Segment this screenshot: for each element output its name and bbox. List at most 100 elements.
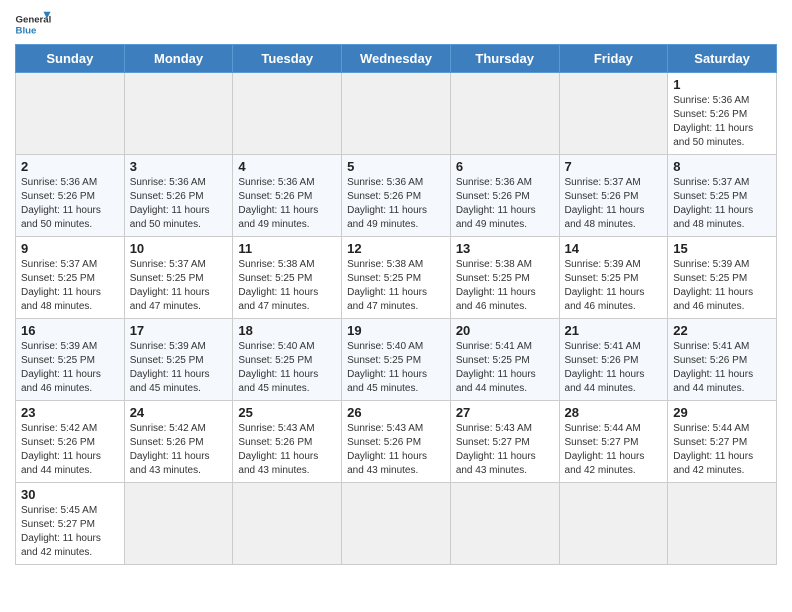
calendar-cell: 4Sunrise: 5:36 AM Sunset: 5:26 PM Daylig… xyxy=(233,155,342,237)
day-info: Sunrise: 5:42 AM Sunset: 5:26 PM Dayligh… xyxy=(21,422,119,478)
weekday-header-wednesday: Wednesday xyxy=(342,45,451,73)
calendar-cell: 9 Sunrise: 5:37 AM Sunset: 5:25 PM Daylig… xyxy=(16,237,125,319)
day-info: Sunrise: 5:43 AM Sunset: 5:26 PM Dayligh… xyxy=(347,422,445,478)
day-number: 8 xyxy=(673,159,771,174)
day-number: 9 xyxy=(21,241,119,256)
calendar-week-2: 2 Sunrise: 5:36 AM Sunset: 5:26 PM Daylig… xyxy=(16,155,777,237)
day-number: 27 xyxy=(456,405,554,420)
calendar-cell xyxy=(16,73,125,155)
calendar-week-6: 30 Sunrise: 5:45 AM Sunset: 5:27 PM Dayli… xyxy=(16,483,777,565)
calendar-cell: 11 Sunrise: 5:38 AM Sunset: 5:25 PM Dayli… xyxy=(233,237,342,319)
day-info: Sunrise: 5:42 AM Sunset: 5:26 PM Dayligh… xyxy=(130,422,228,478)
calendar-cell: 5 Sunrise: 5:36 AM Sunset: 5:26 PM Daylig… xyxy=(342,155,451,237)
day-number: 6 xyxy=(456,159,554,174)
day-number: 24 xyxy=(130,405,228,420)
calendar-cell xyxy=(342,483,451,565)
day-info: Sunrise: 5:36 AM Sunset: 5:26 PM Dayligh… xyxy=(347,176,445,232)
calendar-cell xyxy=(450,483,559,565)
day-info: Sunrise: 5:36 AM Sunset: 5:26 PM Dayligh… xyxy=(238,176,336,232)
day-number: 3 xyxy=(130,159,228,174)
logo: General Blue xyxy=(15,10,51,38)
day-info: Sunrise: 5:41 AM Sunset: 5:26 PM Dayligh… xyxy=(565,340,663,396)
day-number: 17 xyxy=(130,323,228,338)
day-number: 15 xyxy=(673,241,771,256)
calendar-week-4: 16 Sunrise: 5:39 AM Sunset: 5:25 PM Dayli… xyxy=(16,319,777,401)
calendar-cell xyxy=(233,483,342,565)
day-info: Sunrise: 5:37 AM Sunset: 5:25 PM Dayligh… xyxy=(130,258,228,314)
calendar-cell: 29 Sunrise: 5:44 AM Sunset: 5:27 PM Dayli… xyxy=(668,401,777,483)
calendar-cell: 30 Sunrise: 5:45 AM Sunset: 5:27 PM Dayli… xyxy=(16,483,125,565)
day-info: Sunrise: 5:45 AM Sunset: 5:27 PM Dayligh… xyxy=(21,504,119,560)
svg-text:Blue: Blue xyxy=(16,26,37,37)
calendar-cell: 14 Sunrise: 5:39 AM Sunset: 5:25 PM Dayli… xyxy=(559,237,668,319)
day-info: Sunrise: 5:43 AM Sunset: 5:27 PM Dayligh… xyxy=(456,422,554,478)
day-number: 20 xyxy=(456,323,554,338)
calendar-cell: 18Sunrise: 5:40 AM Sunset: 5:25 PM Dayli… xyxy=(233,319,342,401)
day-info: Sunrise: 5:39 AM Sunset: 5:25 PM Dayligh… xyxy=(21,340,119,396)
calendar-cell: 1 Sunrise: 5:36 AM Sunset: 5:26 PM Daylig… xyxy=(668,73,777,155)
day-number: 7 xyxy=(565,159,663,174)
day-number: 22 xyxy=(673,323,771,338)
calendar-cell xyxy=(450,73,559,155)
day-number: 26 xyxy=(347,405,445,420)
calendar-cell: 15 Sunrise: 5:39 AM Sunset: 5:25 PM Dayli… xyxy=(668,237,777,319)
day-info: Sunrise: 5:43 AM Sunset: 5:26 PM Dayligh… xyxy=(238,422,336,478)
day-number: 2 xyxy=(21,159,119,174)
day-info: Sunrise: 5:41 AM Sunset: 5:26 PM Dayligh… xyxy=(673,340,771,396)
calendar-cell: 2 Sunrise: 5:36 AM Sunset: 5:26 PM Daylig… xyxy=(16,155,125,237)
day-number: 14 xyxy=(565,241,663,256)
day-number: 16 xyxy=(21,323,119,338)
calendar-table: SundayMondayTuesdayWednesdayThursdayFrid… xyxy=(15,44,777,565)
day-number: 19 xyxy=(347,323,445,338)
day-number: 13 xyxy=(456,241,554,256)
day-info: Sunrise: 5:38 AM Sunset: 5:25 PM Dayligh… xyxy=(347,258,445,314)
day-number: 5 xyxy=(347,159,445,174)
weekday-header-tuesday: Tuesday xyxy=(233,45,342,73)
day-number: 11 xyxy=(238,241,336,256)
day-number: 29 xyxy=(673,405,771,420)
day-info: Sunrise: 5:37 AM Sunset: 5:25 PM Dayligh… xyxy=(673,176,771,232)
weekday-header-monday: Monday xyxy=(124,45,233,73)
calendar-cell: 7 Sunrise: 5:37 AM Sunset: 5:26 PM Daylig… xyxy=(559,155,668,237)
calendar-cell xyxy=(124,73,233,155)
day-info: Sunrise: 5:36 AM Sunset: 5:26 PM Dayligh… xyxy=(673,94,771,150)
day-number: 30 xyxy=(21,487,119,502)
calendar-cell: 28Sunrise: 5:44 AM Sunset: 5:27 PM Dayli… xyxy=(559,401,668,483)
day-info: Sunrise: 5:37 AM Sunset: 5:26 PM Dayligh… xyxy=(565,176,663,232)
day-info: Sunrise: 5:44 AM Sunset: 5:27 PM Dayligh… xyxy=(565,422,663,478)
day-info: Sunrise: 5:40 AM Sunset: 5:25 PM Dayligh… xyxy=(238,340,336,396)
day-info: Sunrise: 5:41 AM Sunset: 5:25 PM Dayligh… xyxy=(456,340,554,396)
calendar-cell xyxy=(668,483,777,565)
day-info: Sunrise: 5:39 AM Sunset: 5:25 PM Dayligh… xyxy=(565,258,663,314)
day-info: Sunrise: 5:39 AM Sunset: 5:25 PM Dayligh… xyxy=(673,258,771,314)
day-info: Sunrise: 5:38 AM Sunset: 5:25 PM Dayligh… xyxy=(456,258,554,314)
calendar-cell: 8 Sunrise: 5:37 AM Sunset: 5:25 PM Daylig… xyxy=(668,155,777,237)
calendar-cell xyxy=(559,73,668,155)
weekday-header-sunday: Sunday xyxy=(16,45,125,73)
calendar-week-3: 9 Sunrise: 5:37 AM Sunset: 5:25 PM Daylig… xyxy=(16,237,777,319)
calendar-cell: 20 Sunrise: 5:41 AM Sunset: 5:25 PM Dayli… xyxy=(450,319,559,401)
page-header: General Blue xyxy=(15,10,777,38)
calendar-week-1: 1 Sunrise: 5:36 AM Sunset: 5:26 PM Daylig… xyxy=(16,73,777,155)
day-info: Sunrise: 5:36 AM Sunset: 5:26 PM Dayligh… xyxy=(21,176,119,232)
calendar-cell: 16 Sunrise: 5:39 AM Sunset: 5:25 PM Dayli… xyxy=(16,319,125,401)
day-info: Sunrise: 5:40 AM Sunset: 5:25 PM Dayligh… xyxy=(347,340,445,396)
day-info: Sunrise: 5:38 AM Sunset: 5:25 PM Dayligh… xyxy=(238,258,336,314)
weekday-header-saturday: Saturday xyxy=(668,45,777,73)
calendar-cell: 24 Sunrise: 5:42 AM Sunset: 5:26 PM Dayli… xyxy=(124,401,233,483)
calendar-cell: 3Sunrise: 5:36 AM Sunset: 5:26 PM Daylig… xyxy=(124,155,233,237)
generalblue-logo-icon: General Blue xyxy=(15,10,51,38)
day-number: 21 xyxy=(565,323,663,338)
calendar-week-5: 23 Sunrise: 5:42 AM Sunset: 5:26 PM Dayli… xyxy=(16,401,777,483)
day-number: 1 xyxy=(673,77,771,92)
calendar-cell: 10Sunrise: 5:37 AM Sunset: 5:25 PM Dayli… xyxy=(124,237,233,319)
calendar-cell: 26 Sunrise: 5:43 AM Sunset: 5:26 PM Dayli… xyxy=(342,401,451,483)
calendar-cell: 17Sunrise: 5:39 AM Sunset: 5:25 PM Dayli… xyxy=(124,319,233,401)
day-number: 25 xyxy=(238,405,336,420)
day-number: 23 xyxy=(21,405,119,420)
day-info: Sunrise: 5:44 AM Sunset: 5:27 PM Dayligh… xyxy=(673,422,771,478)
weekday-header-row: SundayMondayTuesdayWednesdayThursdayFrid… xyxy=(16,45,777,73)
calendar-cell: 21 Sunrise: 5:41 AM Sunset: 5:26 PM Dayli… xyxy=(559,319,668,401)
day-info: Sunrise: 5:37 AM Sunset: 5:25 PM Dayligh… xyxy=(21,258,119,314)
calendar-cell: 12Sunrise: 5:38 AM Sunset: 5:25 PM Dayli… xyxy=(342,237,451,319)
